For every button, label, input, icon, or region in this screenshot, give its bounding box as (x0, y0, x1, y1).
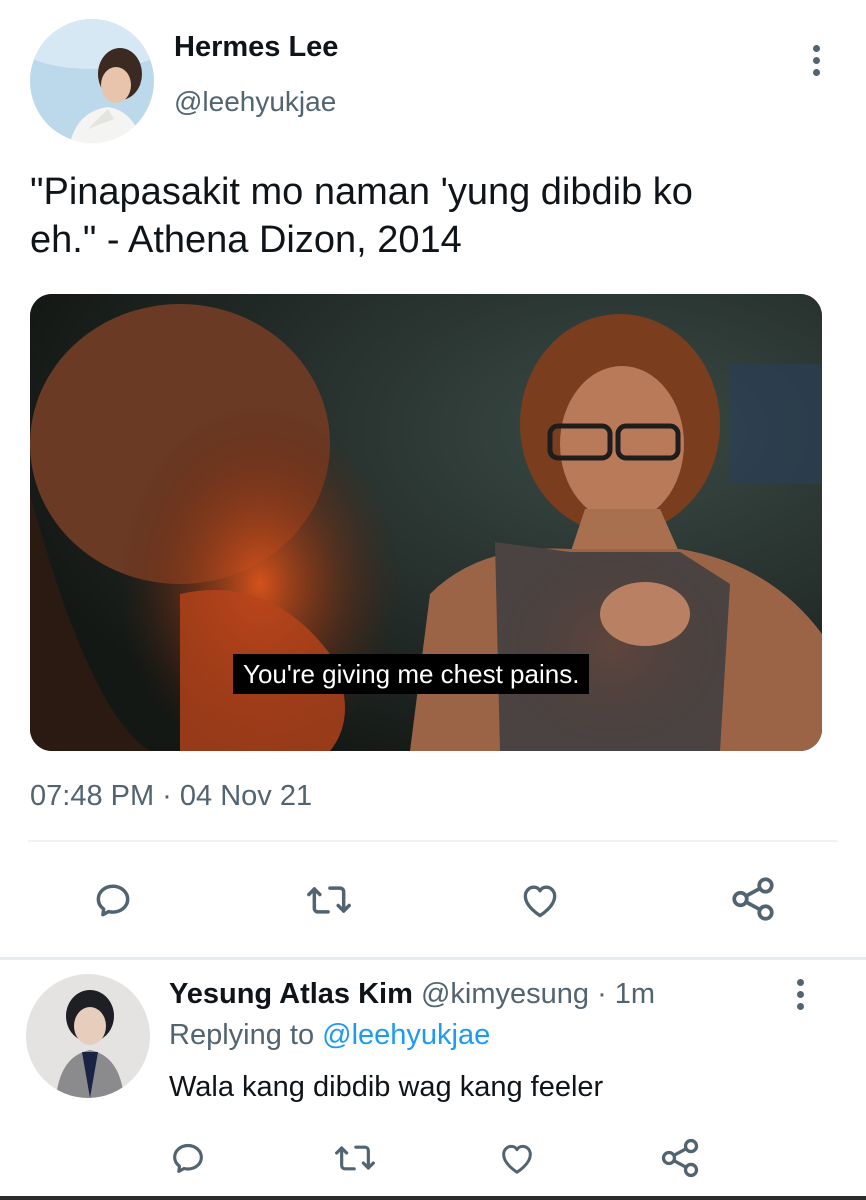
replying-to-label: Replying to (169, 1019, 315, 1051)
reply-share-button[interactable] (658, 1136, 702, 1180)
author-handle[interactable]: @leehyukjae (174, 86, 336, 118)
reply-more-options-button[interactable] (788, 974, 812, 1014)
reply-button[interactable] (90, 878, 136, 922)
reply-header: Yesung Atlas Kim @kimyesung · 1m (169, 978, 655, 1011)
reply-author-avatar[interactable] (26, 974, 150, 1098)
dot-icon (796, 978, 804, 986)
dot-icon (796, 990, 804, 998)
section-divider (0, 957, 866, 960)
share-icon (732, 877, 774, 921)
replying-to-handle[interactable]: @leehyukjae (322, 1019, 490, 1051)
author-name[interactable]: Hermes Lee (174, 31, 338, 64)
replying-to: Replying to @leehyukjae (169, 1019, 490, 1052)
reply-retweet-button[interactable] (332, 1138, 378, 1178)
dot-icon (796, 1002, 804, 1010)
retweet-button[interactable] (303, 878, 355, 922)
divider (28, 840, 838, 842)
share-button[interactable] (728, 874, 778, 924)
dot-icon (812, 44, 820, 52)
reply-like-button[interactable] (496, 1138, 538, 1178)
reply-icon (173, 1143, 203, 1173)
reply-text: Wala kang dibdib wag kang feeler (169, 1071, 604, 1103)
retweet-icon (307, 886, 351, 914)
tweet-timestamp[interactable]: 07:48 PM · 04 Nov 21 (30, 780, 312, 813)
reply-author-handle[interactable]: @kimyesung (421, 978, 589, 1010)
reply-time[interactable]: · 1m (597, 978, 655, 1010)
tweet-text: "Pinapasakit mo naman 'yung dibdib ko eh… (30, 168, 830, 264)
tweet-text-line: "Pinapasakit mo naman 'yung dibdib ko (30, 171, 693, 213)
reply-icon (96, 884, 130, 917)
dot-icon (812, 56, 820, 64)
heart-icon (502, 1144, 532, 1174)
reply-reply-button[interactable] (168, 1138, 208, 1178)
bottom-edge (0, 1196, 866, 1200)
author-avatar[interactable] (30, 19, 154, 143)
share-icon (661, 1138, 699, 1178)
reply-author-name[interactable]: Yesung Atlas Kim (169, 978, 413, 1010)
dot-icon (812, 68, 820, 76)
media-subtitle-caption: You're giving me chest pains. (233, 654, 590, 694)
tweet-text-line: eh." - Athena Dizon, 2014 (30, 219, 462, 261)
like-button[interactable] (516, 878, 564, 922)
more-options-button[interactable] (804, 40, 828, 80)
retweet-icon (335, 1145, 375, 1171)
heart-icon (523, 885, 557, 918)
